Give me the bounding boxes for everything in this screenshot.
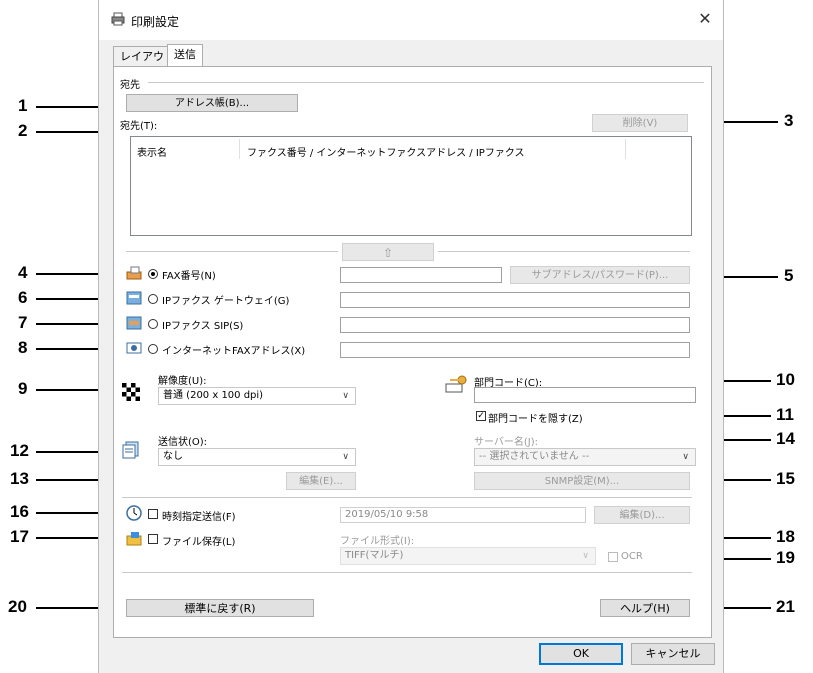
restore-defaults-button[interactable]: 標準に戻す(R): [126, 599, 314, 617]
fax-number-radio[interactable]: [148, 269, 158, 279]
destination-list[interactable]: 表示名 ファクス番号 / インターネットファクスアドレス / IPファクス: [130, 136, 692, 236]
callout-1: 1: [18, 96, 28, 115]
callout-9: 9: [18, 379, 28, 398]
ip-fax-gateway-icon: [126, 291, 142, 305]
close-icon[interactable]: ✕: [693, 8, 717, 30]
callout-21: 21: [776, 597, 795, 616]
callout-18: 18: [776, 527, 795, 546]
fax-number-label[interactable]: FAX番号(N): [162, 267, 216, 282]
resolution-label: 解像度(U):: [158, 376, 207, 387]
scheduled-send-checkbox[interactable]: [148, 509, 158, 519]
callout-11: 11: [776, 405, 794, 424]
list-separator: [126, 251, 338, 252]
cover-edit-button[interactable]: 編集(E)...: [286, 472, 356, 490]
department-code-input[interactable]: [474, 387, 696, 403]
destination-list-label: 宛先(T):: [120, 121, 158, 132]
destination-group-line: [148, 82, 704, 83]
callout-16: 16: [10, 502, 29, 521]
file-save-checkbox[interactable]: [148, 534, 158, 544]
fax-icon: [126, 266, 142, 280]
ip-fax-sip-icon: [126, 316, 142, 330]
arrow-up-icon: ⇧: [382, 246, 394, 260]
schedule-edit-button[interactable]: 編集(D)...: [594, 506, 690, 524]
callout-4: 4: [18, 263, 28, 282]
scheduled-send-label[interactable]: 時刻指定送信(F): [162, 508, 236, 523]
server-name-label: サーバー名(J):: [474, 437, 539, 448]
column-divider-2: [625, 139, 626, 159]
send-tab-panel: 宛先 アドレス帳(B)... 宛先(T): 削除(V) 表示名 ファクス番号 /…: [113, 66, 712, 638]
callout-5: 5: [784, 266, 794, 285]
callout-12: 12: [10, 441, 29, 460]
file-format-select[interactable]: TIFF(マルチ) ∨: [340, 547, 596, 565]
chevron-down-icon: ∨: [342, 391, 349, 401]
cover-sheet-select[interactable]: なし ∨: [158, 448, 356, 466]
cover-sheet-icon: [122, 441, 139, 459]
clock-icon: [126, 505, 142, 521]
callout-20: 20: [8, 597, 27, 616]
window-title: 印刷設定: [131, 15, 180, 29]
internet-fax-label[interactable]: インターネットFAXアドレス(X): [162, 342, 305, 357]
column-divider: [239, 139, 240, 159]
printer-icon: [111, 12, 125, 26]
callout-8: 8: [18, 338, 28, 357]
bottom-separator: [122, 572, 692, 573]
ocr-label[interactable]: OCR: [621, 551, 643, 562]
snmp-settings-button[interactable]: SNMP設定(M)...: [474, 472, 690, 490]
file-format-value: TIFF(マルチ): [345, 550, 404, 561]
server-name-value: -- 選択されていません --: [479, 451, 590, 462]
file-format-label: ファイル形式(I):: [340, 536, 415, 547]
ip-fax-gateway-label[interactable]: IPファクス ゲートウェイ(G): [162, 292, 289, 307]
internet-fax-icon: [126, 342, 142, 354]
column-header-display-name[interactable]: 表示名: [137, 144, 167, 159]
resolution-icon: [122, 383, 140, 401]
file-save-label[interactable]: ファイル保存(L): [162, 533, 235, 548]
fax-number-input[interactable]: [340, 267, 502, 283]
chevron-down-icon: ∨: [582, 551, 589, 561]
callout-2: 2: [18, 121, 28, 140]
hide-department-code-label[interactable]: 部門コードを隠す(Z): [488, 410, 583, 425]
ip-fax-sip-input[interactable]: [340, 317, 690, 333]
delete-button[interactable]: 削除(V): [592, 114, 688, 132]
print-settings-dialog: 印刷設定 ✕ レイアウト 送信 宛先 アドレス帳(B)... 宛先(T): 削除…: [98, 0, 724, 673]
title-bar: 印刷設定 ✕: [99, 0, 723, 40]
internet-fax-radio[interactable]: [148, 344, 158, 354]
callout-13: 13: [10, 469, 29, 488]
internet-fax-input[interactable]: [340, 342, 690, 358]
hide-department-code-checkbox[interactable]: ✓: [476, 411, 486, 421]
ip-fax-gateway-input[interactable]: [340, 292, 690, 308]
ok-button[interactable]: OK: [539, 643, 623, 665]
cover-sheet-label: 送信状(O):: [158, 437, 208, 448]
callout-19: 19: [776, 548, 795, 567]
resolution-value: 普通 (200 x 100 dpi): [163, 390, 264, 401]
callout-3: 3: [784, 111, 794, 130]
callout-10: 10: [776, 370, 795, 389]
cover-sheet-value: なし: [163, 451, 183, 462]
address-book-button[interactable]: アドレス帳(B)...: [126, 94, 298, 112]
ip-fax-sip-label[interactable]: IPファクス SIP(S): [162, 317, 243, 332]
callout-14: 14: [776, 429, 795, 448]
callout-15: 15: [776, 469, 795, 488]
move-up-button[interactable]: ⇧: [342, 243, 434, 261]
ip-fax-sip-radio[interactable]: [148, 319, 158, 329]
scheduled-send-datetime[interactable]: 2019/05/10 9:58: [340, 507, 586, 523]
schedule-separator: [122, 497, 692, 498]
ip-fax-gateway-radio[interactable]: [148, 294, 158, 304]
callout-7: 7: [18, 313, 28, 332]
column-header-number[interactable]: ファクス番号 / インターネットファクスアドレス / IPファクス: [247, 144, 525, 159]
list-separator-2: [438, 251, 690, 252]
chevron-down-icon: ∨: [682, 452, 689, 462]
subaddress-password-button[interactable]: サブアドレス/パスワード(P)...: [510, 266, 690, 284]
tab-send[interactable]: 送信: [167, 44, 203, 67]
resolution-select[interactable]: 普通 (200 x 100 dpi) ∨: [158, 387, 356, 405]
callout-6: 6: [18, 288, 28, 307]
cancel-button[interactable]: キャンセル: [631, 643, 715, 665]
ocr-checkbox[interactable]: [608, 552, 618, 562]
help-button[interactable]: ヘルプ(H): [600, 599, 690, 617]
callout-17: 17: [10, 527, 29, 546]
department-key-icon: [445, 375, 467, 393]
server-name-select[interactable]: -- 選択されていません -- ∨: [474, 448, 696, 466]
chevron-down-icon: ∨: [342, 452, 349, 462]
destination-group-label: 宛先: [120, 80, 140, 91]
folder-icon: [126, 532, 142, 546]
